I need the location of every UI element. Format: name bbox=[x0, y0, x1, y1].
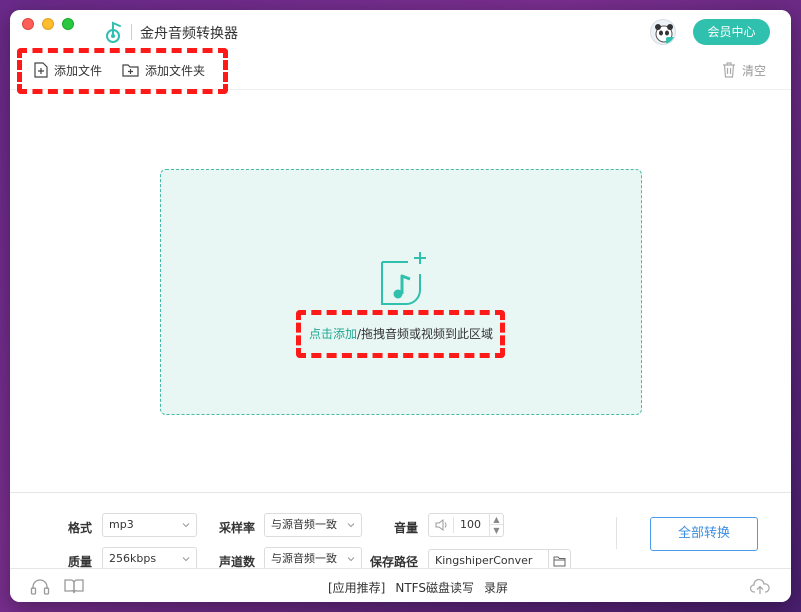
clear-label: 清空 bbox=[742, 63, 767, 78]
avatar[interactable] bbox=[650, 19, 676, 45]
savepath-value: KingshiperConver bbox=[435, 554, 533, 567]
close-window-button[interactable] bbox=[22, 18, 34, 30]
format-value: mp3 bbox=[109, 518, 134, 531]
vertical-divider bbox=[616, 517, 617, 549]
folder-icon bbox=[553, 556, 566, 567]
zoom-window-button[interactable] bbox=[62, 18, 74, 30]
format-select[interactable]: mp3 bbox=[102, 513, 197, 537]
cloud-upload-icon[interactable] bbox=[750, 578, 770, 596]
panda-avatar-icon bbox=[655, 24, 675, 44]
app-logo-icon bbox=[106, 21, 121, 43]
app-window: 金舟音频转换器 会员中心 添加文件 添加文件夹 清空 点击添加/拖拽音频或视频到… bbox=[10, 10, 791, 602]
volume-separator bbox=[453, 517, 454, 533]
drop-zone[interactable]: 点击添加/拖拽音频或视频到此区域 bbox=[160, 169, 642, 415]
trash-icon bbox=[723, 62, 735, 78]
chevron-down-icon bbox=[347, 557, 355, 562]
volume-stepper[interactable]: 100 ▲ ▼ bbox=[428, 513, 504, 537]
chevron-down-icon bbox=[182, 557, 190, 562]
samplerate-value: 与源音频一致 bbox=[271, 518, 337, 531]
format-label: 格式 bbox=[68, 521, 93, 535]
minimize-window-button[interactable] bbox=[42, 18, 54, 30]
chevron-down-icon bbox=[182, 523, 190, 528]
annotation-box-dropzone bbox=[296, 310, 505, 358]
convert-all-button[interactable]: 全部转换 bbox=[650, 517, 758, 551]
title-separator bbox=[131, 24, 132, 40]
settings-panel: 格式 mp3 质量 256kbps 采样率 与源音频一致 声道数 与源音频一致 … bbox=[10, 492, 791, 573]
samplerate-select[interactable]: 与源音频一致 bbox=[264, 513, 362, 537]
samplerate-label: 采样率 bbox=[219, 521, 256, 535]
book-icon[interactable] bbox=[64, 578, 84, 594]
app-recommend-link[interactable]: [应用推荐] bbox=[328, 579, 385, 596]
app-title: 金舟音频转换器 bbox=[140, 26, 238, 42]
title-bar: 金舟音频转换器 会员中心 bbox=[10, 10, 791, 50]
chevron-down-icon bbox=[347, 523, 355, 528]
ntfs-link[interactable]: NTFS磁盘读写 bbox=[395, 579, 474, 596]
vip-center-button[interactable]: 会员中心 bbox=[693, 19, 770, 45]
volume-up-button[interactable]: ▲ bbox=[490, 514, 503, 525]
annotation-box-toolbar bbox=[17, 48, 228, 94]
screen-record-link[interactable]: 录屏 bbox=[484, 579, 508, 596]
volume-step-buttons: ▲ ▼ bbox=[489, 514, 503, 536]
speaker-icon bbox=[435, 519, 447, 531]
channels-value: 与源音频一致 bbox=[271, 552, 337, 565]
volume-label: 音量 bbox=[394, 521, 419, 535]
footer-links: [应用推荐] NTFS磁盘读写 录屏 bbox=[328, 579, 508, 596]
volume-value[interactable]: 100 bbox=[460, 518, 481, 531]
clear-button[interactable]: 清空 bbox=[722, 60, 766, 80]
add-music-icon bbox=[381, 252, 426, 305]
quality-value: 256kbps bbox=[109, 552, 157, 565]
status-bar: [应用推荐] NTFS磁盘读写 录屏 bbox=[10, 568, 791, 602]
headset-icon[interactable] bbox=[30, 578, 50, 596]
volume-down-button[interactable]: ▼ bbox=[490, 525, 503, 536]
